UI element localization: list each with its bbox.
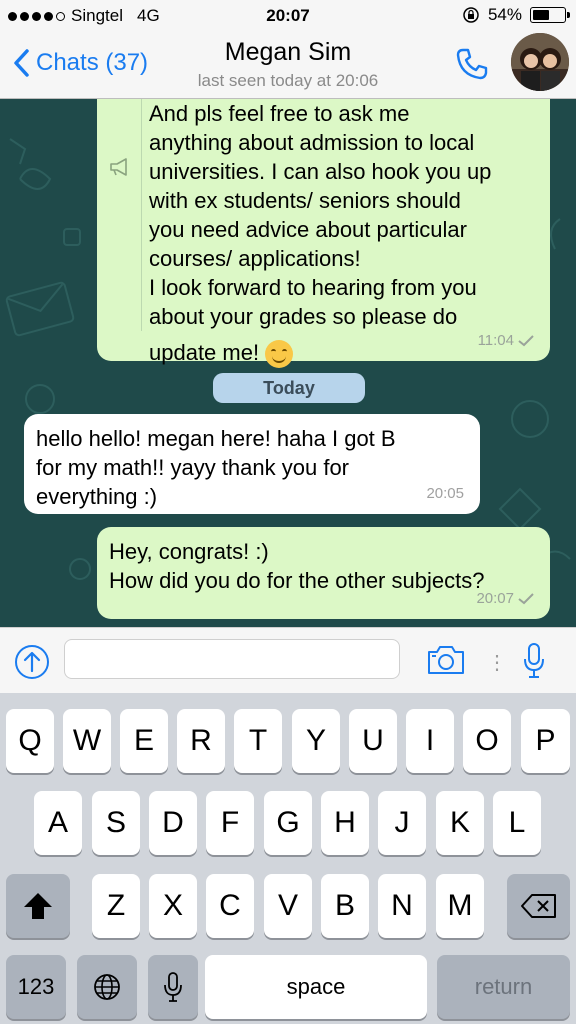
backspace-icon (520, 894, 556, 918)
message-time: 11:04 (477, 332, 514, 349)
camera-icon (428, 646, 464, 674)
key-a[interactable]: A (34, 791, 82, 855)
message-line: everything :) (36, 484, 158, 509)
message-meta: 20:07 (476, 584, 534, 613)
smiley-emoji-icon (265, 340, 294, 369)
key-l[interactable]: L (493, 791, 541, 855)
key-u[interactable]: U (349, 709, 397, 773)
key-e[interactable]: E (120, 709, 168, 773)
chat-header: Chats (37) Megan Sim last seen today at … (0, 32, 576, 99)
key-d[interactable]: D (149, 791, 197, 855)
key-c[interactable]: C (206, 874, 254, 938)
key-b[interactable]: B (321, 874, 369, 938)
key-q[interactable]: Q (6, 709, 54, 773)
back-button[interactable]: Chats (37) (12, 48, 148, 78)
key-p[interactable]: P (521, 709, 570, 773)
message-line: for my math!! yayy thank you for (36, 455, 350, 480)
megaphone-icon (110, 158, 127, 176)
shift-key[interactable] (6, 874, 70, 938)
camera-button[interactable] (426, 644, 466, 681)
contact-info[interactable]: Megan Sim last seen today at 20:06 (150, 38, 426, 91)
keyboard-mic-icon (164, 972, 182, 1002)
chat-area[interactable]: And pls feel free to ask me anything abo… (0, 99, 576, 627)
back-label: Chats (37) (36, 49, 149, 76)
message-bubble-incoming[interactable]: hello hello! megan here! haha I got B fo… (24, 414, 480, 514)
message-meta: 11:04 (478, 326, 534, 355)
key-z[interactable]: Z (92, 874, 140, 938)
key-j[interactable]: J (378, 791, 426, 855)
message-line: And pls feel free to ask me (149, 101, 410, 126)
message-line: Hey, congrats! :) (109, 539, 269, 564)
message-composer: ⋮ (0, 627, 576, 694)
message-line: with ex students/ seniors should (149, 188, 461, 213)
message-line: I look forward to hearing from you (149, 275, 477, 300)
last-seen-status: last seen today at 20:06 (197, 71, 379, 90)
return-key[interactable]: return (437, 955, 570, 1019)
message-time: 20:07 (476, 590, 514, 607)
battery-percent: 54% (487, 5, 522, 24)
key-i[interactable]: I (406, 709, 454, 773)
message-line: courses/ applications! (149, 246, 361, 271)
checkmark-icon (518, 592, 534, 604)
orientation-lock-icon (463, 7, 479, 23)
key-t[interactable]: T (234, 709, 282, 773)
message-time: 20:05 (426, 485, 464, 502)
key-w[interactable]: W (63, 709, 111, 773)
battery-icon (530, 7, 570, 23)
message-line: hello hello! megan here! haha I got B (36, 426, 396, 451)
checkmark-icon (518, 334, 534, 346)
key-m[interactable]: M (436, 874, 484, 938)
key-f[interactable]: F (206, 791, 254, 855)
key-g[interactable]: G (264, 791, 312, 855)
message-line: anything about admission to local (149, 130, 475, 155)
shift-icon (24, 893, 52, 919)
separator-dots: ⋮ (487, 652, 507, 674)
voice-call-button[interactable] (454, 46, 490, 87)
contact-name: Megan Sim (224, 38, 352, 66)
key-o[interactable]: O (463, 709, 511, 773)
key-v[interactable]: V (264, 874, 312, 938)
upload-arrow-icon (15, 645, 49, 679)
space-key[interactable]: space (205, 955, 427, 1019)
key-h[interactable]: H (321, 791, 369, 855)
attach-button[interactable] (14, 644, 50, 685)
globe-icon (94, 974, 120, 1000)
phone-icon (456, 48, 488, 80)
message-line: you need advice about particular (149, 217, 467, 242)
message-meta: 20:05 (426, 479, 464, 508)
globe-key[interactable] (77, 955, 137, 1019)
message-line: How did you do for the other subjects? (109, 568, 485, 593)
key-s[interactable]: S (92, 791, 140, 855)
key-r[interactable]: R (177, 709, 225, 773)
microphone-icon (524, 643, 544, 678)
message-bubble-outgoing[interactable]: And pls feel free to ask me anything abo… (97, 99, 550, 369)
message-line: update me! (149, 340, 260, 365)
keyboard: Q W E R T Y U I O P A S D F G H J K L Z … (0, 693, 576, 1024)
numbers-key[interactable]: 123 (6, 955, 66, 1019)
message-line: universities. I can also hook you up (149, 159, 492, 184)
voice-note-button[interactable] (522, 642, 546, 685)
dictation-key[interactable] (148, 955, 198, 1019)
back-chevron-icon (14, 49, 29, 77)
message-bubble-outgoing[interactable]: Hey, congrats! :) How did you do for the… (97, 527, 550, 619)
key-x[interactable]: X (149, 874, 197, 938)
status-bar: Singtel 4G 20:07 54% (0, 0, 576, 32)
date-divider: Today (213, 373, 365, 403)
key-k[interactable]: K (436, 791, 484, 855)
backspace-key[interactable] (507, 874, 570, 938)
key-n[interactable]: N (378, 874, 426, 938)
key-y[interactable]: Y (292, 709, 340, 773)
message-input[interactable] (64, 639, 400, 679)
contact-avatar[interactable] (511, 33, 569, 91)
